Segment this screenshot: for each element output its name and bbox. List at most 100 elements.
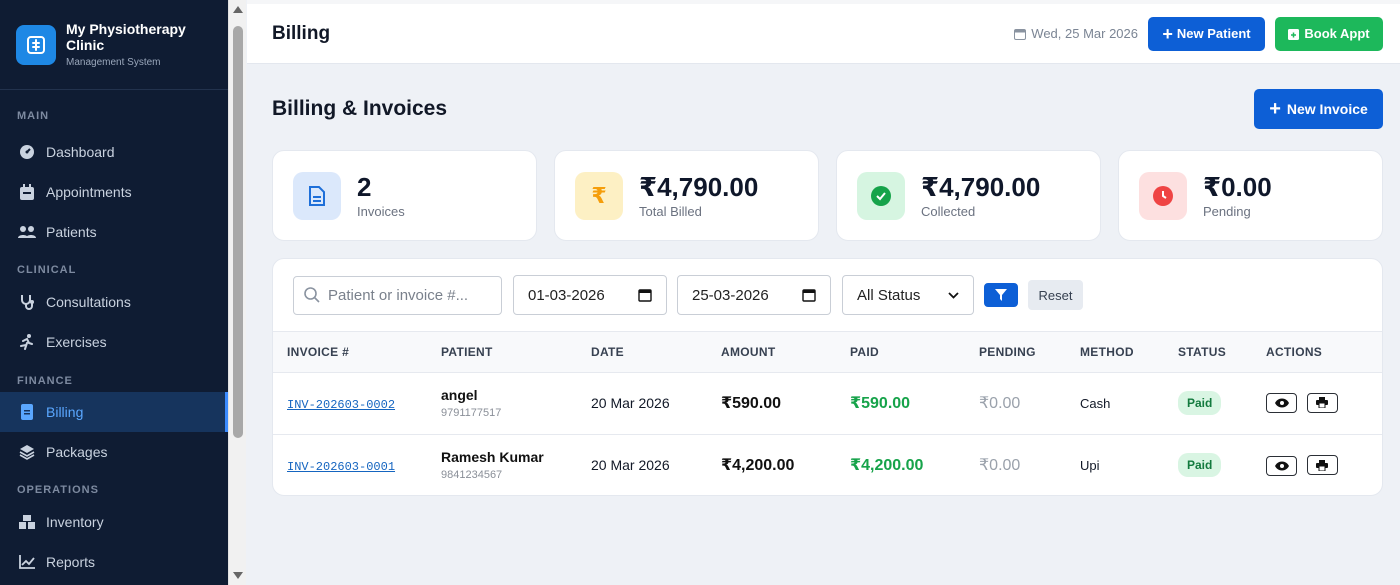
current-date-text: Wed, 25 Mar 2026 xyxy=(1031,26,1138,41)
sidebar-item-patients[interactable]: Patients xyxy=(0,212,228,252)
sidebar: My Physiotherapy Clinic Management Syste… xyxy=(0,0,228,585)
scroll-down-arrow-icon[interactable] xyxy=(233,572,243,579)
patient-phone: 9841234567 xyxy=(441,469,503,482)
dashboard-icon xyxy=(18,143,36,161)
status-badge: Paid xyxy=(1178,453,1222,478)
sidebar-item-billing[interactable]: Billing xyxy=(0,392,228,432)
sidebar-item-label: Appointments xyxy=(46,184,132,200)
header-title: Billing xyxy=(272,22,331,44)
table-row[interactable]: INV-202603-0001 Ramesh Kumar 9841234567 … xyxy=(273,434,1382,495)
search-input[interactable]: Patient or invoice #... xyxy=(293,275,502,315)
nav-section-operations: OPERATIONS xyxy=(17,484,99,496)
nav-section-clinical: CLINICAL xyxy=(17,264,77,276)
stat-value: ₹0.00 xyxy=(1203,172,1272,202)
scroll-up-arrow-icon[interactable] xyxy=(233,6,243,13)
sidebar-item-dashboard[interactable]: Dashboard xyxy=(0,132,228,172)
reset-button[interactable]: Reset xyxy=(1028,280,1083,310)
sidebar-scrollbar[interactable] xyxy=(228,0,246,585)
calendar-plus-icon xyxy=(1288,28,1300,40)
new-patient-label: New Patient xyxy=(1176,26,1251,41)
stat-value: ₹4,790.00 xyxy=(639,172,759,202)
invoice-pending: ₹0.00 xyxy=(979,457,1021,475)
invoice-icon xyxy=(18,403,36,421)
calendar-icon xyxy=(18,183,36,201)
clock-icon xyxy=(1139,171,1187,220)
invoice-amount: ₹4,200.00 xyxy=(721,457,795,475)
layers-icon xyxy=(18,443,36,461)
print-button[interactable] xyxy=(1306,392,1338,413)
invoices-table: INVOICE # PATIENT DATE AMOUNT PAID PENDI… xyxy=(273,332,1382,495)
sidebar-item-exercises[interactable]: Exercises xyxy=(0,322,228,362)
patient-name: angel xyxy=(441,387,478,403)
stat-label: Invoices xyxy=(357,204,405,219)
brand[interactable]: My Physiotherapy Clinic Management Syste… xyxy=(0,0,228,90)
col-date[interactable]: DATE xyxy=(591,332,721,373)
col-paid[interactable]: PAID xyxy=(850,332,979,373)
stat-value: 2 xyxy=(357,172,372,202)
sidebar-item-label: Inventory xyxy=(46,514,104,530)
rupee-icon: ₹ xyxy=(575,171,623,220)
calendar-picker-icon[interactable] xyxy=(802,288,816,302)
sidebar-item-label: Patients xyxy=(46,224,97,240)
sidebar-item-consultations[interactable]: Consultations xyxy=(0,282,228,322)
calendar-small-icon xyxy=(1014,28,1027,40)
date-to-field[interactable]: 25-03-2026 xyxy=(677,275,831,315)
stat-label: Total Billed xyxy=(639,204,702,219)
eye-icon xyxy=(1274,398,1289,408)
view-button[interactable] xyxy=(1266,455,1297,476)
stats-cards: 2 Invoices ₹ ₹4,790.00 Total Billed ₹4,7… xyxy=(272,150,1383,241)
new-invoice-label: New Invoice xyxy=(1286,101,1368,117)
scroll-thumb[interactable] xyxy=(233,26,243,438)
invoice-pending: ₹0.00 xyxy=(979,372,1080,435)
calendar-picker-icon[interactable] xyxy=(638,288,652,302)
stat-card-collected: ₹4,790.00 Collected xyxy=(836,150,1101,241)
print-button[interactable] xyxy=(1306,455,1338,475)
table-header-row: INVOICE # PATIENT DATE AMOUNT PAID PENDI… xyxy=(273,332,1382,373)
running-icon xyxy=(18,333,36,351)
col-method[interactable]: METHOD xyxy=(1080,332,1178,373)
col-status[interactable]: STATUS xyxy=(1178,332,1266,373)
invoice-link[interactable]: INV-202603-0002 xyxy=(287,398,395,412)
stat-card-invoices: 2 Invoices xyxy=(272,150,537,241)
table-row[interactable]: INV-202603-0002 angel 9791177517 20 Mar … xyxy=(273,372,1382,435)
search-placeholder: Patient or invoice #... xyxy=(328,286,469,304)
status-select-value: All Status xyxy=(857,286,921,304)
patient-name: Ramesh Kumar xyxy=(441,449,544,466)
col-amount[interactable]: AMOUNT xyxy=(721,332,850,373)
filter-bar: Patient or invoice #... 01-03-2026 25-03… xyxy=(273,259,1382,332)
brand-title: My Physiotherapy Clinic xyxy=(66,21,186,53)
new-patient-button[interactable]: + New Patient xyxy=(1148,16,1265,51)
chevron-down-icon xyxy=(948,291,959,299)
new-invoice-button[interactable]: + New Invoice xyxy=(1254,89,1383,129)
sidebar-item-packages[interactable]: Packages xyxy=(0,432,228,472)
document-icon xyxy=(293,171,341,220)
sidebar-item-reports[interactable]: Reports xyxy=(0,542,228,582)
filter-button[interactable] xyxy=(984,283,1018,307)
invoice-link[interactable]: INV-202603-0001 xyxy=(287,460,395,474)
search-icon xyxy=(304,287,320,303)
invoice-date: 20 Mar 2026 xyxy=(591,372,721,435)
date-to-value: 25-03-2026 xyxy=(692,286,769,304)
view-button[interactable] xyxy=(1266,393,1297,414)
plus-icon: + xyxy=(1162,23,1173,44)
book-appt-button[interactable]: Book Appt xyxy=(1275,16,1383,51)
nav-section-finance: FINANCE xyxy=(17,375,73,387)
invoice-date: 20 Mar 2026 xyxy=(591,457,670,474)
col-pending[interactable]: PENDING xyxy=(979,332,1080,373)
invoice-paid: ₹590.00 xyxy=(850,372,979,435)
printer-icon xyxy=(1316,459,1329,471)
col-invoice[interactable]: INVOICE # xyxy=(273,332,441,373)
sidebar-item-inventory[interactable]: Inventory xyxy=(0,502,228,542)
stat-value: ₹4,790.00 xyxy=(921,172,1041,202)
date-from-field[interactable]: 01-03-2026 xyxy=(513,275,667,315)
status-select[interactable]: All Status xyxy=(842,275,974,315)
invoices-panel: Patient or invoice #... 01-03-2026 25-03… xyxy=(272,258,1383,496)
line-chart-icon xyxy=(18,553,36,571)
stethoscope-icon xyxy=(18,293,36,311)
sidebar-item-appointments[interactable]: Appointments xyxy=(0,172,228,212)
invoice-paid: ₹4,200.00 xyxy=(850,457,924,475)
stat-card-pending: ₹0.00 Pending xyxy=(1118,150,1383,241)
col-patient[interactable]: PATIENT xyxy=(441,332,591,373)
nav-section-main: MAIN xyxy=(17,110,50,122)
page-title: Billing & Invoices xyxy=(272,97,448,120)
